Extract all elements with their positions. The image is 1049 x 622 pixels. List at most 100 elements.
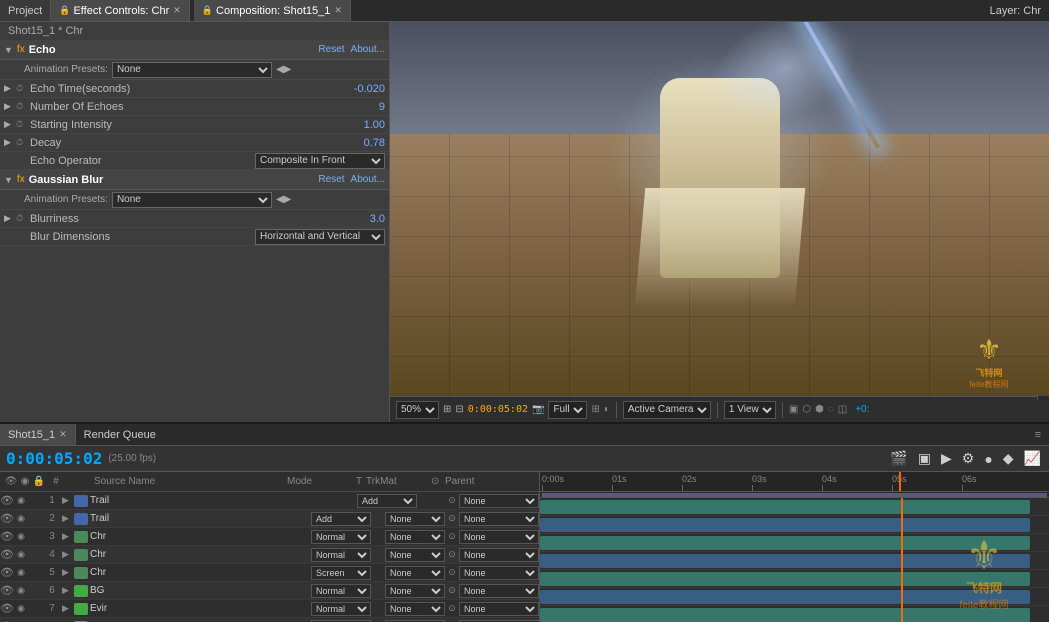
track-5-motion-icon[interactable]: ⊙ (445, 567, 459, 578)
decay-stopwatch-icon[interactable]: ⏱ (16, 137, 30, 148)
echo-count-stopwatch-icon[interactable]: ⏱ (16, 101, 30, 112)
track-4-parent-select[interactable]: None (459, 548, 539, 562)
track-6-solo-icon[interactable]: ◉ (14, 585, 28, 596)
track-3-eye-icon[interactable]: 👁 (0, 530, 14, 543)
project-tab[interactable]: Project (0, 0, 51, 21)
solo-btn[interactable]: ● (982, 451, 994, 467)
track-6-parent-select[interactable]: None (459, 584, 539, 598)
track-7-eye-icon[interactable]: 👁 (0, 602, 14, 615)
quality-select[interactable]: Full (548, 401, 587, 419)
gb-expand-icon[interactable]: ▼ (4, 175, 13, 185)
echo-expand-icon[interactable]: ▼ (4, 45, 13, 55)
echo-count-expand-icon[interactable]: ▶ (4, 101, 16, 112)
track-7-trkmat-select[interactable]: None (385, 602, 445, 616)
track-5-eye-icon[interactable]: 👁 (0, 566, 14, 579)
effect-controls-close-icon[interactable]: ✕ (173, 5, 181, 16)
track-1-expand-icon[interactable]: ▶ (62, 495, 74, 506)
decay-value[interactable]: 0.78 (364, 137, 385, 149)
channel-icon[interactable]: ◐ (604, 404, 610, 415)
track-5-mode-select[interactable]: Screen (311, 566, 371, 580)
echo-time-stopwatch-icon[interactable]: ⏱ (16, 83, 30, 94)
track-5-parent-select[interactable]: None (459, 566, 539, 580)
track-7-parent-select[interactable]: None (459, 602, 539, 616)
track-4-trkmat-select[interactable]: None (385, 548, 445, 562)
effect-controls-tab[interactable]: 🔒 Effect Controls: Chr ✕ (51, 0, 190, 21)
echo-anim-arrows[interactable]: ◀▶ (276, 64, 291, 75)
gb-reset-button[interactable]: Reset (318, 174, 344, 185)
gb-anim-arrows[interactable]: ◀▶ (276, 194, 291, 205)
track-4-mode-select[interactable]: Normal (311, 548, 371, 562)
track-4-motion-icon[interactable]: ⊙ (445, 549, 459, 560)
add-keyframe-btn[interactable]: ◆ (1001, 450, 1016, 467)
render-icon[interactable]: ▣ (789, 404, 798, 415)
track-5-trkmat-select[interactable]: None (385, 566, 445, 580)
gb-anim-presets-select[interactable]: None (112, 192, 272, 208)
track-2-eye-icon[interactable]: 👁 (0, 512, 14, 525)
blurriness-stopwatch-icon[interactable]: ⏱ (16, 213, 30, 224)
track-3-expand-icon[interactable]: ▶ (62, 531, 74, 542)
timeline-close-icon[interactable]: ✕ (59, 429, 67, 440)
view-count-select[interactable]: 1 View (724, 401, 776, 419)
track-1-eye-icon[interactable]: 👁 (0, 494, 14, 507)
track-6-expand-icon[interactable]: ▶ (62, 585, 74, 596)
new-comp-btn[interactable]: 🎬 (888, 450, 909, 467)
track-1-mode-select[interactable]: Add (357, 494, 417, 508)
render-queue-tab[interactable]: Render Queue (76, 424, 164, 445)
track-6-trkmat-select[interactable]: None (385, 584, 445, 598)
track-2-expand-icon[interactable]: ▶ (62, 513, 74, 524)
track-3-trkmat-select[interactable]: None (385, 530, 445, 544)
settings-btn[interactable]: ⚙ (960, 450, 977, 467)
decay-expand-icon[interactable]: ▶ (4, 137, 16, 148)
preview-btn[interactable]: ▶ (939, 450, 954, 467)
track-3-solo-icon[interactable]: ◉ (14, 531, 28, 542)
echo-op-select[interactable]: Composite In Front (255, 153, 385, 169)
track-2-motion-icon[interactable]: ⊙ (445, 513, 459, 524)
track-4-solo-icon[interactable]: ◉ (14, 549, 28, 560)
frame-blending-icon[interactable]: ◫ (838, 404, 847, 415)
track-4-eye-icon[interactable]: 👁 (0, 548, 14, 561)
camera-view-select[interactable]: Active Camera (623, 401, 711, 419)
blurriness-expand-icon[interactable]: ▶ (4, 213, 16, 224)
zoom-select[interactable]: 50% (396, 401, 439, 419)
3d-icon[interactable]: ⬡ (802, 404, 811, 415)
fit-icon[interactable]: ⊞ (443, 404, 451, 415)
grid-icon[interactable]: ⊞ (591, 404, 599, 415)
track-1-motion-icon[interactable]: ⊙ (445, 495, 459, 506)
timeline-menu-icon[interactable]: ≡ (1035, 429, 1041, 441)
track-3-motion-icon[interactable]: ⊙ (445, 531, 459, 542)
resolution-icon[interactable]: ⊟ (455, 404, 463, 415)
composition-close-icon[interactable]: ✕ (334, 5, 342, 16)
track-3-parent-select[interactable]: None (459, 530, 539, 544)
si-value[interactable]: 1.00 (364, 119, 385, 131)
track-6-eye-icon[interactable]: 👁 (0, 584, 14, 597)
echo-count-value[interactable]: 9 (379, 101, 385, 113)
time-ruler[interactable]: 0:00s 01s 02s 03s 04s 05s 06s (540, 472, 1049, 492)
graph-editor-btn[interactable]: 📈 (1022, 450, 1043, 467)
echo-about-button[interactable]: About... (351, 44, 385, 55)
track-7-expand-icon[interactable]: ▶ (62, 603, 74, 614)
motionblur-icon[interactable]: ◌ (828, 404, 834, 415)
track-3-mode-select[interactable]: Normal (311, 530, 371, 544)
echo-time-expand-icon[interactable]: ▶ (4, 83, 16, 94)
track-4-expand-icon[interactable]: ▶ (62, 549, 74, 560)
track-6-motion-icon[interactable]: ⊙ (445, 585, 459, 596)
track-5-expand-icon[interactable]: ▶ (62, 567, 74, 578)
blurriness-value[interactable]: 3.0 (370, 213, 385, 225)
draft-icon[interactable]: ⬢ (815, 404, 824, 415)
track-5-solo-icon[interactable]: ◉ (14, 567, 28, 578)
echo-anim-presets-select[interactable]: None (112, 62, 272, 78)
track-2-solo-icon[interactable]: ◉ (14, 513, 28, 524)
track-7-motion-icon[interactable]: ⊙ (445, 603, 459, 614)
track-1-solo-icon[interactable]: ◉ (14, 495, 28, 506)
track-6-mode-select[interactable]: Normal (311, 584, 371, 598)
track-7-mode-select[interactable]: Normal (311, 602, 371, 616)
composition-tab[interactable]: 🔒 Composition: Shot15_1 ✕ (194, 0, 351, 21)
echo-time-value[interactable]: -0.020 (354, 83, 385, 95)
track-7-solo-icon[interactable]: ◉ (14, 603, 28, 614)
echo-reset-button[interactable]: Reset (318, 44, 344, 55)
time-display[interactable]: 0:00:05:02 (6, 449, 102, 468)
timeline-tab[interactable]: Shot15_1 ✕ (0, 424, 76, 445)
track-2-parent-select[interactable]: None (459, 512, 539, 526)
bd-select[interactable]: Horizontal and Vertical (255, 229, 385, 245)
si-stopwatch-icon[interactable]: ⏱ (16, 119, 30, 130)
